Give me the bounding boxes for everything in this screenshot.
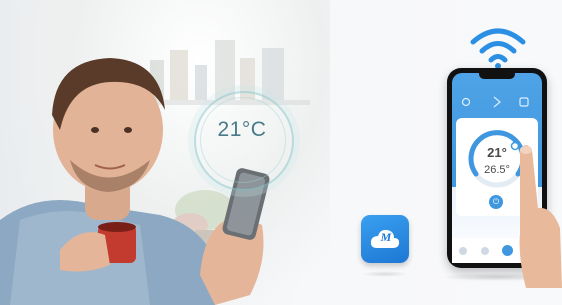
pointing-finger-illustration [519, 145, 562, 288]
promo-banner: 21°C 21° 26.5° ⏻ M [0, 0, 562, 305]
screen-mode-icons [461, 96, 529, 108]
wifi-icon [470, 28, 526, 69]
set-temperature-value: 21° [487, 145, 507, 160]
nav-item[interactable] [480, 246, 489, 255]
nav-item[interactable] [458, 246, 467, 255]
app-icon-shadow [361, 271, 409, 277]
power-icon[interactable]: ⏻ [489, 195, 503, 209]
current-temperature-value: 26.5° [484, 164, 510, 176]
temperature-bubble-label: 21°C [217, 118, 267, 141]
phone-notch [479, 73, 515, 79]
app-icon-letter: M [380, 230, 392, 244]
